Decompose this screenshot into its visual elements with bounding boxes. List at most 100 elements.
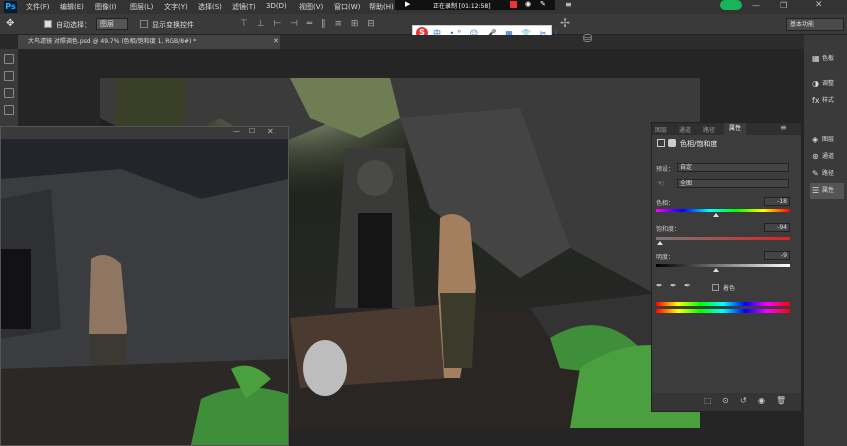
camera-rotate-icon[interactable]: ⛁ [583, 32, 592, 45]
source-hue-bar [656, 302, 790, 306]
restore-window-button[interactable]: ❐ [780, 1, 787, 10]
recorder-bar: ▶ 正在录制 [01:12:58] ◉ ✎ [395, 0, 555, 10]
hue-slider-thumb[interactable] [713, 213, 720, 217]
floating-window-titlebar[interactable]: — ☐ ✕ [1, 127, 288, 139]
adjustment-title: 色相/饱和度 [680, 140, 718, 148]
menu-layer[interactable]: 图层(L) [130, 2, 153, 12]
close-tab-icon[interactable]: ✕ [273, 37, 279, 45]
preset-dropdown[interactable]: 自定 [677, 163, 789, 172]
status-pill [720, 0, 742, 10]
quick-select-tool-button[interactable] [4, 105, 14, 115]
panel-menu-icon[interactable]: ≡ [780, 123, 787, 132]
move-tool-icon[interactable]: ✥ [6, 18, 14, 29]
preset-value: 自定 [680, 164, 693, 171]
menu-file[interactable]: 文件(F) [26, 2, 50, 12]
tab-properties[interactable]: 属性 [724, 123, 746, 135]
channels-icon: ⊛ [812, 152, 819, 161]
tab-paths[interactable]: 路径 [703, 125, 715, 134]
eyedropper-subtract-icon[interactable]: ✒ [684, 281, 691, 290]
document-tab-bar: 大鸟滤镜 对照调色.psd @ 49.7% (色相/饱和度 1, RGB/8#)… [18, 32, 804, 49]
float-minimize-icon[interactable]: — [233, 127, 240, 135]
lightness-value: -9 [781, 252, 787, 259]
photoshop-logo: Ps [4, 1, 17, 13]
auto-select-dropdown[interactable]: 图层 [96, 18, 128, 30]
clip-to-layer-icon[interactable]: ⬚ [704, 396, 712, 405]
menu-window[interactable]: 窗口(W) [334, 2, 360, 12]
float-maximize-icon[interactable]: ☐ [249, 127, 255, 135]
saturation-label: 饱和度： [656, 226, 681, 233]
saturation-input[interactable]: -94 [764, 223, 790, 232]
hue-input[interactable]: -18 [764, 197, 790, 206]
menu-help[interactable]: 帮助(H) [369, 2, 394, 12]
dock-layers-label: 图层 [822, 136, 835, 143]
auto-select-checkbox[interactable] [44, 20, 52, 28]
dock-channels-label: 通道 [822, 153, 835, 160]
colorize-label: 着色 [723, 285, 736, 292]
recorder-menu-icon[interactable]: ≡ [565, 0, 572, 9]
layer-mask-icon[interactable] [668, 139, 676, 147]
tab-channels[interactable]: 通道 [679, 125, 691, 134]
menu-select[interactable]: 选择(S) [198, 2, 222, 12]
floating-document-window[interactable]: — ☐ ✕ [0, 126, 289, 446]
channel-value: 全图 [680, 180, 693, 187]
lightness-slider[interactable] [656, 264, 790, 267]
stop-record-icon[interactable] [510, 1, 517, 8]
document-tab[interactable]: 大鸟滤镜 对照调色.psd @ 49.7% (色相/饱和度 1, RGB/8#)… [18, 35, 280, 49]
menu-image[interactable]: 图像(I) [95, 2, 117, 12]
tab-layers[interactable]: 图层 [655, 125, 667, 134]
dock-swatches-label: 色板 [822, 55, 835, 62]
pen-icon[interactable]: ✎ [540, 0, 546, 8]
float-close-icon[interactable]: ✕ [267, 127, 274, 136]
menu-view[interactable]: 视图(V) [299, 2, 323, 12]
dock-paths-label: 路径 [822, 170, 835, 177]
reset-icon[interactable]: ↺ [740, 396, 747, 405]
workspace-dropdown[interactable]: 基本功能 [786, 18, 844, 31]
result-hue-bar [656, 309, 790, 313]
eyedropper-add-icon[interactable]: ✒ [670, 281, 677, 290]
panel-footer: ⬚ ⊙ ↺ ◉ 🗑 [652, 393, 801, 411]
lightness-slider-thumb[interactable] [713, 268, 720, 272]
delete-icon[interactable]: 🗑 [776, 396, 786, 405]
panel-tab-strip: 图层 通道 路径 属性 ≡ [652, 123, 801, 135]
marquee-tool-button[interactable] [4, 71, 14, 81]
target-adjust-hand-icon[interactable]: ☜ [657, 179, 664, 188]
menu-edit[interactable]: 编辑(E) [60, 2, 84, 12]
hue-slider[interactable] [656, 209, 790, 212]
saturation-slider-thumb[interactable] [657, 241, 664, 245]
align-distribute-buttons[interactable]: ⊤ ⊥ ⊢ ⊣ ═ ‖ ≡ ⊞ ⊟ [240, 19, 390, 29]
lightness-input[interactable]: -9 [764, 251, 790, 260]
styles-icon: fx [812, 96, 820, 105]
menu-filter[interactable]: 滤镜(T) [232, 2, 256, 12]
swatches-icon: ▦ [812, 54, 820, 63]
comparison-image [1, 139, 288, 445]
recording-status: 正在录制 [01:12:58] [433, 3, 491, 10]
menu-type[interactable]: 文字(Y) [164, 2, 188, 12]
view-previous-icon[interactable]: ⊙ [722, 396, 729, 405]
eyedropper-icon[interactable]: ✒ [656, 281, 663, 290]
menu-bar: Ps 文件(F) 编辑(E) 图像(I) 图层(L) 文字(Y) 选择(S) 滤… [0, 0, 847, 14]
paths-icon: ✎ [812, 169, 819, 178]
minimize-window-button[interactable]: — [752, 1, 760, 10]
visibility-icon[interactable]: ◉ [758, 396, 765, 405]
auto-select-value: 图层 [100, 20, 114, 28]
colorize-checkbox[interactable] [712, 284, 719, 291]
properties-icon: ☰ [812, 186, 820, 195]
right-dock: 色板 ▦ 调整 ◑ 样式 fx 图层 ◈ 通道 ⊛ 路径 ✎ 属性 ☰ [804, 35, 847, 446]
lasso-tool-button[interactable] [4, 88, 14, 98]
move-tool-button[interactable] [4, 54, 14, 64]
menu-3d[interactable]: 3D(D) [266, 2, 287, 10]
show-transform-checkbox[interactable] [140, 20, 148, 28]
workspace-label: 基本功能 [790, 21, 815, 28]
auto-select-label: 自动选择： [56, 21, 91, 29]
hue-label: 色相： [656, 200, 675, 207]
close-window-button[interactable]: ✕ [815, 0, 823, 10]
adjustment-layer-icon [657, 139, 665, 147]
dock-adjustments-label: 调整 [822, 80, 835, 87]
saturation-slider[interactable] [656, 237, 790, 240]
camera-icon[interactable]: ◉ [525, 0, 531, 8]
document-tab-title: 大鸟滤镜 对照调色.psd @ 49.7% (色相/饱和度 1, RGB/8#)… [28, 38, 197, 45]
dock-styles-label: 样式 [822, 97, 835, 104]
channel-dropdown[interactable]: 全图 [677, 179, 789, 188]
3d-mode-icon[interactable]: ✢ [560, 16, 570, 30]
saturation-value: -94 [777, 224, 787, 231]
